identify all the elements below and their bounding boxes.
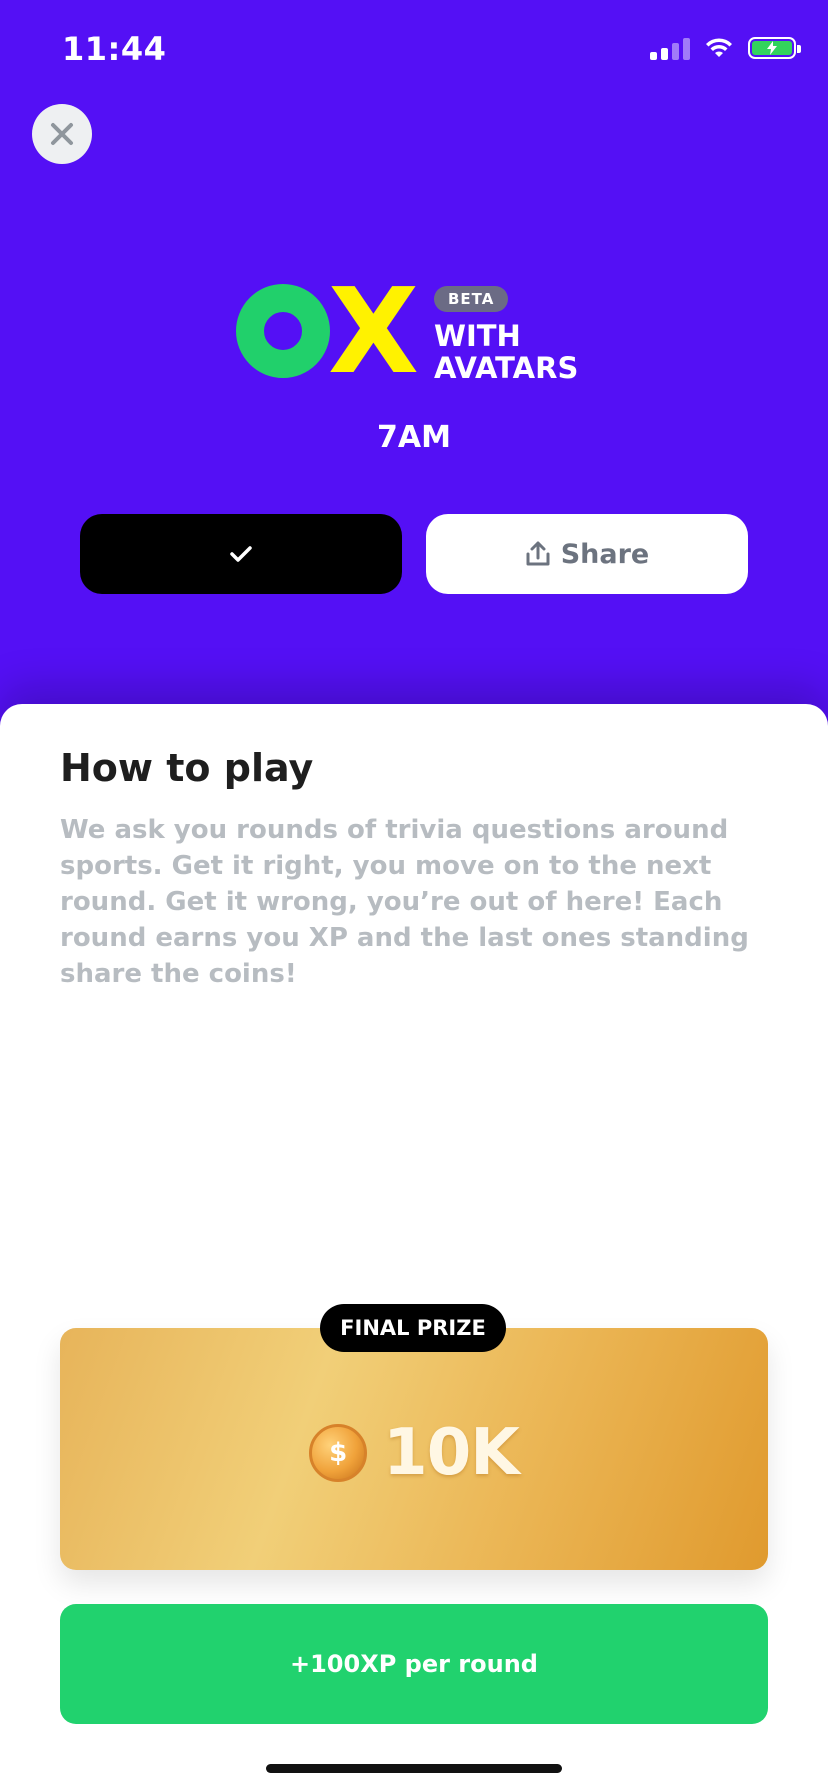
logo-o <box>236 284 330 378</box>
beta-badge: BETA <box>434 286 509 312</box>
schedule-time: 7AM <box>377 420 451 455</box>
share-icon <box>526 541 550 566</box>
xp-per-round-button[interactable]: +100XP per round <box>60 1604 768 1724</box>
final-prize-badge: FINAL PRIZE <box>320 1304 506 1352</box>
how-to-play-body: We ask you rounds of trivia questions ar… <box>60 815 749 989</box>
confirm-button[interactable] <box>80 514 402 594</box>
logo-subtitle: WITH AVATARS <box>434 319 579 385</box>
how-to-play-sheet: How to play We ask you rounds of trivia … <box>0 704 828 1792</box>
game-screen: 11:44 X BETA WITH AVATARS 7AM Share How … <box>0 0 828 1792</box>
status-icons <box>650 36 801 60</box>
how-to-play-title: How to play <box>60 746 314 790</box>
close-icon <box>51 123 73 145</box>
final-prize-card: $ 10K <box>60 1328 768 1570</box>
close-button[interactable] <box>32 104 92 164</box>
checkmark-icon <box>230 546 252 562</box>
game-logo: X BETA WITH AVATARS <box>236 272 596 390</box>
coin-icon: $ <box>309 1424 368 1482</box>
cellular-signal-icon <box>650 36 690 60</box>
prize-value: 10K <box>383 1416 520 1490</box>
home-indicator[interactable] <box>266 1764 562 1773</box>
wifi-icon <box>706 38 732 57</box>
prize-amount: $ 10K <box>60 1416 768 1490</box>
share-label: Share <box>560 538 650 570</box>
share-button[interactable]: Share <box>426 514 748 594</box>
status-time: 11:44 <box>62 30 167 68</box>
logo-x: X <box>328 262 419 400</box>
battery-icon <box>748 37 801 59</box>
